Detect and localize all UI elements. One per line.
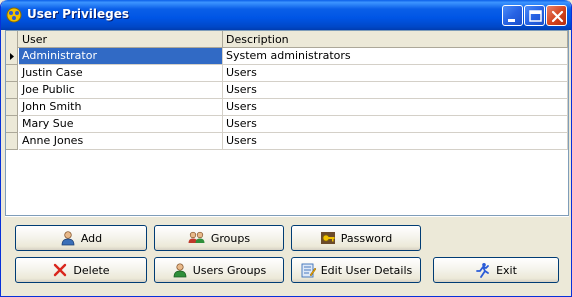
cell-user[interactable]: Administrator bbox=[19, 48, 223, 65]
close-icon bbox=[551, 10, 564, 23]
cell-description[interactable]: Users bbox=[223, 82, 568, 99]
current-row-arrow-icon bbox=[10, 53, 14, 60]
column-header-description[interactable]: Description bbox=[223, 31, 568, 48]
add-button[interactable]: Add bbox=[15, 225, 147, 251]
row-indicator[interactable] bbox=[6, 65, 18, 82]
cell-description[interactable]: Users bbox=[223, 133, 568, 150]
edit-user-details-button-label: Edit User Details bbox=[320, 263, 413, 277]
row-indicator[interactable] bbox=[6, 99, 18, 116]
cell-description[interactable]: Users bbox=[223, 116, 568, 133]
cell-description[interactable]: System administrators bbox=[223, 48, 568, 65]
title-bar[interactable]: User Privileges bbox=[1, 0, 571, 30]
maximize-icon bbox=[529, 10, 542, 22]
cell-description[interactable]: Users bbox=[223, 99, 568, 116]
user-privileges-window: User Privileges User Description Adminis… bbox=[0, 0, 572, 297]
users-grid[interactable]: User Description Administrator System ad… bbox=[5, 30, 569, 216]
close-button[interactable] bbox=[546, 5, 567, 26]
edit-details-icon bbox=[301, 263, 316, 278]
exit-running-man-icon bbox=[476, 263, 489, 278]
exit-button-label: Exit bbox=[496, 263, 517, 277]
add-button-label: Add bbox=[80, 231, 103, 245]
groups-button-label: Groups bbox=[210, 231, 251, 245]
window-title: User Privileges bbox=[27, 7, 130, 21]
delete-button-label: Delete bbox=[73, 263, 110, 277]
table-row[interactable]: Mary Sue Users bbox=[6, 116, 568, 133]
edit-user-details-button[interactable]: Edit User Details bbox=[291, 257, 421, 283]
row-indicator[interactable] bbox=[6, 82, 18, 99]
row-indicator[interactable] bbox=[6, 48, 18, 65]
delete-button[interactable]: Delete bbox=[15, 257, 147, 283]
table-row[interactable]: Anne Jones Users bbox=[6, 133, 568, 150]
users-groups-icon bbox=[173, 263, 187, 278]
groups-button[interactable]: Groups bbox=[154, 225, 284, 251]
cell-user[interactable]: John Smith bbox=[19, 99, 223, 116]
cell-user[interactable]: Anne Jones bbox=[19, 133, 223, 150]
cell-user[interactable]: Joe Public bbox=[19, 82, 223, 99]
exit-button[interactable]: Exit bbox=[433, 257, 559, 283]
cell-user[interactable]: Justin Case bbox=[19, 65, 223, 82]
users-groups-button[interactable]: Users Groups bbox=[154, 257, 284, 283]
minimize-icon bbox=[508, 19, 515, 22]
table-row[interactable]: Justin Case Users bbox=[6, 65, 568, 82]
table-row[interactable]: John Smith Users bbox=[6, 99, 568, 116]
password-button-label: Password bbox=[340, 231, 393, 245]
groups-icon bbox=[188, 231, 205, 243]
table-row[interactable]: Joe Public Users bbox=[6, 82, 568, 99]
grid-header: User Description bbox=[6, 31, 568, 48]
row-indicator[interactable] bbox=[6, 133, 18, 150]
password-key-icon bbox=[320, 232, 335, 244]
delete-x-icon bbox=[54, 263, 67, 277]
minimize-button[interactable] bbox=[502, 5, 523, 26]
cell-description[interactable]: Users bbox=[223, 65, 568, 82]
users-groups-button-label: Users Groups bbox=[192, 263, 267, 277]
cell-user[interactable]: Mary Sue bbox=[19, 116, 223, 133]
maximize-button[interactable] bbox=[524, 5, 545, 26]
button-panel: Add Groups Password Delete Users Groups … bbox=[5, 216, 569, 292]
password-button[interactable]: Password bbox=[291, 225, 421, 251]
row-indicator[interactable] bbox=[6, 116, 18, 133]
row-indicator-header bbox=[6, 31, 18, 48]
add-user-icon bbox=[61, 231, 75, 246]
table-row[interactable]: Administrator System administrators bbox=[6, 48, 568, 65]
privileges-app-icon bbox=[6, 7, 22, 23]
column-header-user[interactable]: User bbox=[19, 31, 223, 48]
